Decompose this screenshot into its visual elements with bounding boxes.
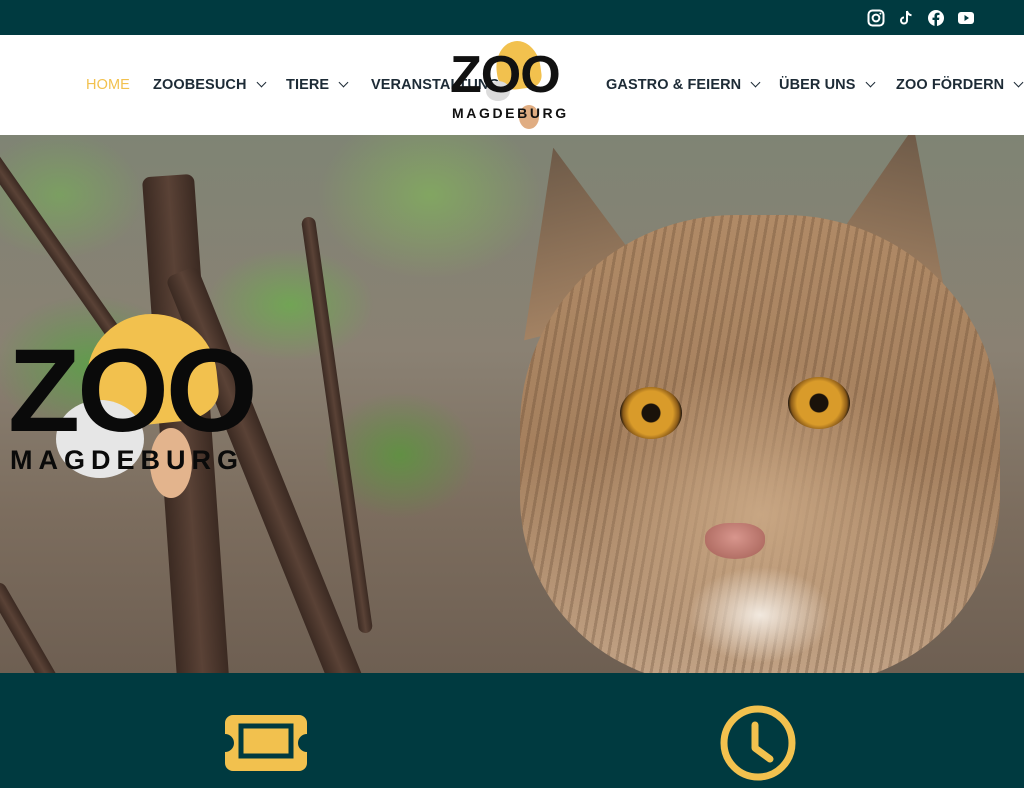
hero-banner: ZOO MAGDEBURG <box>0 135 1024 673</box>
tiktok-icon[interactable] <box>897 9 915 27</box>
logo-text: ZOO <box>8 325 258 457</box>
lynx-head <box>520 215 1000 673</box>
ticket-icon[interactable] <box>225 715 307 771</box>
nav-home[interactable]: HOME <box>86 77 130 93</box>
lynx-image <box>490 135 1024 673</box>
chevron-down-icon <box>338 77 349 88</box>
instagram-icon[interactable] <box>867 9 885 27</box>
logo-subtext: MAGDEBURG <box>452 105 569 121</box>
lynx-eye <box>620 387 682 439</box>
hero-logo: ZOO MAGDEBURG <box>8 307 268 500</box>
logo-text: ZOO <box>450 46 561 104</box>
clock-icon[interactable] <box>718 703 798 783</box>
lynx-eye <box>788 377 850 429</box>
header-logo[interactable]: ZOO MAGDEBURG <box>448 38 578 131</box>
chevron-down-icon <box>750 77 761 88</box>
nav-gastro-feiern[interactable]: GASTRO & FEIERN <box>606 77 761 93</box>
branch <box>0 579 72 673</box>
lynx-nose <box>705 523 765 559</box>
chevron-down-icon <box>256 77 266 88</box>
social-topbar <box>0 0 1024 35</box>
nav-tiere[interactable]: TIERE <box>286 77 349 93</box>
nav-zoobesuch[interactable]: ZOOBESUCH <box>153 77 266 93</box>
main-header: HOME ZOOBESUCH TIERE VERANSTALTUNGEN ZOO… <box>0 35 1024 135</box>
facebook-icon[interactable] <box>927 9 945 27</box>
youtube-icon[interactable] <box>957 9 975 27</box>
logo-subtext: MAGDEBURG <box>10 445 244 475</box>
nav-zoo-foerdern[interactable]: ZOO FÖRDERN <box>896 77 1024 93</box>
info-strip <box>0 673 1024 781</box>
chevron-down-icon <box>1013 77 1024 88</box>
nav-ueber-uns[interactable]: ÜBER UNS <box>779 77 875 93</box>
chevron-down-icon <box>865 77 875 88</box>
